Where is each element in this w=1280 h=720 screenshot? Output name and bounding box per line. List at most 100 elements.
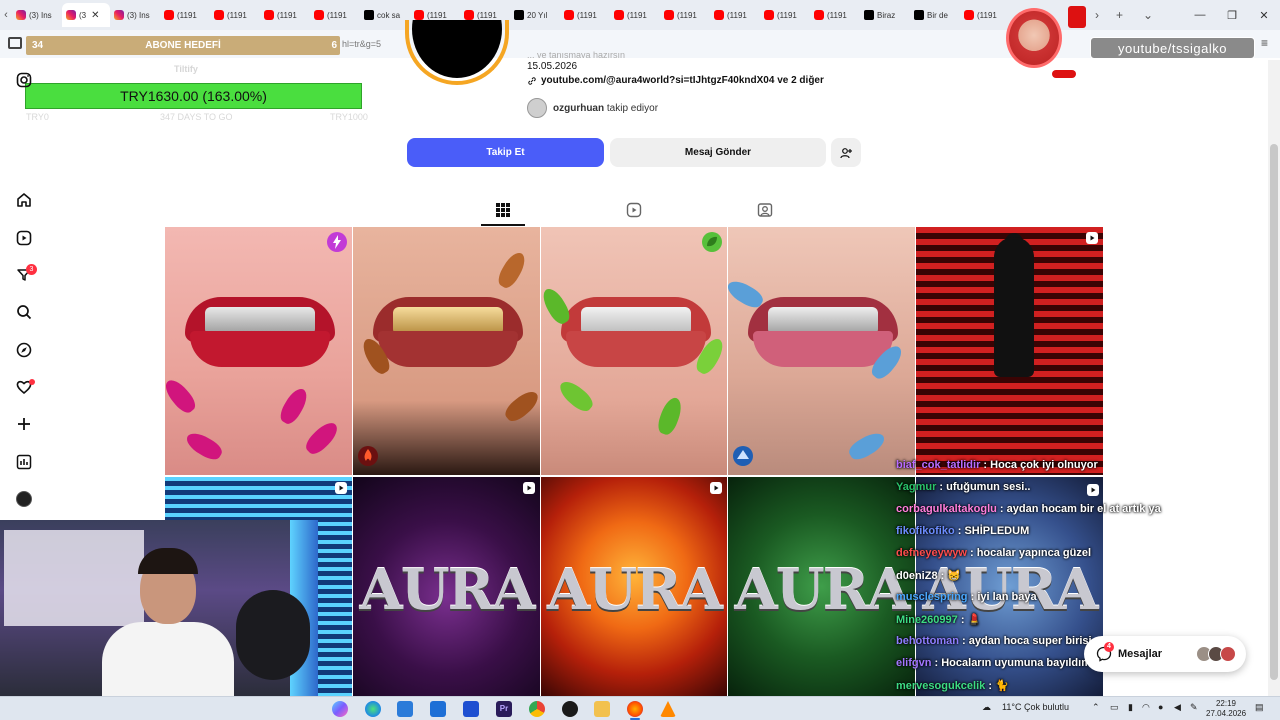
tab-scroll-left-icon[interactable]: ‹ bbox=[0, 9, 12, 21]
reels-icon[interactable] bbox=[12, 226, 36, 250]
youtube-icon bbox=[414, 10, 424, 20]
bio-text: ... ve tanışmaya hazırsın bbox=[527, 50, 626, 58]
search-icon[interactable] bbox=[12, 300, 36, 324]
suggest-people-button[interactable] bbox=[831, 138, 861, 167]
browser-tab[interactable]: (1191 bbox=[260, 3, 310, 27]
bio-link-text[interactable]: youtube.com/@aura4world?si=tIJhtgzF40knd… bbox=[541, 75, 824, 86]
chat-message: fikofikofiko : SHİPLEDUM bbox=[896, 525, 1029, 537]
streamer-handle: youtube/tssigalko bbox=[1090, 37, 1255, 59]
folder-icon[interactable] bbox=[594, 701, 610, 717]
explore-icon[interactable] bbox=[12, 338, 36, 362]
home-icon[interactable] bbox=[12, 188, 36, 212]
browser-tab[interactable]: (3 ✕ bbox=[62, 3, 110, 27]
obs-icon[interactable] bbox=[562, 701, 578, 717]
store-icon[interactable] bbox=[397, 701, 413, 717]
tab-close-icon[interactable]: ✕ bbox=[91, 10, 99, 21]
streamer-avatar bbox=[1006, 8, 1062, 68]
post-purple-aura[interactable]: AURA bbox=[353, 477, 540, 696]
browser-tab[interactable]: (1191 bbox=[310, 3, 360, 27]
followed-by[interactable]: ozgurhuan takip ediyor bbox=[527, 98, 658, 118]
reel-icon bbox=[710, 482, 722, 494]
browser-tab[interactable]: (3) Ins bbox=[12, 3, 62, 27]
messages-label: Mesajlar bbox=[1118, 648, 1163, 660]
tab-label: (3) Ins bbox=[29, 10, 52, 20]
browser-tab[interactable]: (1191 bbox=[160, 3, 210, 27]
microphone-icon[interactable]: ● bbox=[1158, 702, 1163, 712]
messages-panel-button[interactable]: 4 Mesajlar bbox=[1084, 636, 1246, 672]
edge-icon[interactable] bbox=[365, 701, 381, 717]
tray-chevron-icon[interactable]: ⌃ bbox=[1092, 702, 1100, 713]
chrome-icon[interactable] bbox=[529, 701, 545, 717]
post-fire-aura[interactable]: AURA bbox=[541, 477, 727, 696]
browser-tab[interactable]: (1191 bbox=[660, 3, 710, 27]
profile-picture[interactable] bbox=[405, 20, 509, 85]
post-gold-grillz[interactable] bbox=[353, 227, 540, 475]
browser-tab[interactable]: (1191 bbox=[960, 3, 1010, 27]
green-leaf-icon bbox=[702, 232, 722, 252]
profile-avatar-icon[interactable] bbox=[16, 491, 32, 507]
battery-icon[interactable]: ▮ bbox=[1128, 702, 1133, 713]
vlc-icon[interactable] bbox=[660, 701, 676, 717]
browser-menu-icon[interactable]: ≡ bbox=[1261, 36, 1268, 50]
copilot-icon[interactable] bbox=[332, 701, 348, 717]
create-icon[interactable] bbox=[12, 412, 36, 436]
messages-badge: 4 bbox=[1104, 642, 1114, 652]
post-red-silhouette[interactable] bbox=[916, 227, 1103, 475]
post-green-aura[interactable]: AURA bbox=[728, 477, 915, 696]
tab-tagged-icon[interactable] bbox=[756, 201, 774, 219]
sidebar-toggle-icon[interactable] bbox=[8, 37, 22, 49]
browser-tab[interactable]: (1191 bbox=[210, 3, 260, 27]
post-green-grillz[interactable] bbox=[541, 227, 727, 475]
app-icon[interactable] bbox=[463, 701, 479, 717]
browser-tab[interactable]: (1191 bbox=[560, 3, 610, 27]
firefox-icon[interactable] bbox=[627, 701, 643, 717]
notifications-icon[interactable]: ▤ bbox=[1255, 702, 1264, 713]
url-text[interactable]: hl=tr&g=5 bbox=[342, 39, 381, 49]
post-pink-grillz[interactable] bbox=[165, 227, 352, 475]
chat-message: Yagmur : ufuğumun sesi.. bbox=[896, 481, 1030, 493]
tab-posts-grid-icon[interactable] bbox=[494, 201, 512, 219]
browser-tab[interactable]: 20 Yıl bbox=[510, 3, 560, 27]
tab-scroll-right-icon[interactable]: › bbox=[1095, 8, 1099, 22]
post-blue-grillz[interactable] bbox=[728, 227, 915, 475]
tab-label: (1191 bbox=[177, 10, 197, 20]
chat-username: d0eniZ8 bbox=[896, 570, 938, 582]
wifi-icon[interactable]: ◠ bbox=[1142, 702, 1150, 713]
scrollbar-thumb[interactable] bbox=[1270, 144, 1278, 680]
tab-label: Bir de bbox=[927, 10, 948, 20]
follow-button[interactable]: Takip Et bbox=[407, 138, 604, 167]
browser-tab[interactable]: (1191 bbox=[610, 3, 660, 27]
tab-reels-icon[interactable] bbox=[625, 201, 643, 219]
browser-tab[interactable]: (3) Ins bbox=[110, 3, 160, 27]
dashboard-icon[interactable] bbox=[12, 450, 36, 474]
browser-tab[interactable]: cok sa bbox=[360, 3, 410, 27]
system-clock[interactable]: 22:19 27.04.2026 bbox=[1206, 699, 1246, 719]
volume-icon[interactable]: ◀ bbox=[1174, 702, 1181, 713]
tiltify-logo: Tiltify bbox=[174, 64, 198, 74]
minimize-icon[interactable]: — bbox=[1184, 9, 1216, 21]
browser-tab[interactable]: (1191 bbox=[760, 3, 810, 27]
browser-tab[interactable]: (1191 bbox=[710, 3, 760, 27]
instagram-logo-icon[interactable] bbox=[12, 68, 36, 92]
network-icon[interactable]: ▭ bbox=[1110, 702, 1119, 713]
mail-icon[interactable] bbox=[430, 701, 446, 717]
browser-tab[interactable]: (1191 bbox=[810, 3, 860, 27]
new-tab-button[interactable]: + bbox=[1116, 8, 1123, 22]
tab-list-icon[interactable]: ⌄ bbox=[1143, 8, 1153, 22]
message-avatars bbox=[1196, 646, 1236, 662]
follower-username[interactable]: ozgurhuan bbox=[553, 103, 604, 114]
tab-label: (1191 bbox=[827, 10, 847, 20]
close-window-icon[interactable]: ✕ bbox=[1248, 9, 1280, 22]
maximize-icon[interactable]: ❐ bbox=[1216, 9, 1248, 22]
youtube-icon bbox=[314, 10, 324, 20]
tab-label: (3 bbox=[79, 10, 87, 20]
tab-label: (1191 bbox=[227, 10, 247, 20]
tab-label: (1191 bbox=[977, 10, 997, 20]
bio-link[interactable]: youtube.com/@aura4world?si=tIJhtgzF40knd… bbox=[527, 75, 824, 86]
pen-icon[interactable]: ✎ bbox=[1190, 702, 1198, 713]
premiere-icon[interactable]: Pr bbox=[496, 701, 512, 717]
message-button[interactable]: Mesaj Gönder bbox=[610, 138, 826, 167]
browser-tab[interactable]: Biraz bbox=[860, 3, 910, 27]
browser-tab[interactable]: Bir de bbox=[910, 3, 960, 27]
weather-text[interactable]: 11°C Çok bulutlu bbox=[1002, 702, 1069, 712]
